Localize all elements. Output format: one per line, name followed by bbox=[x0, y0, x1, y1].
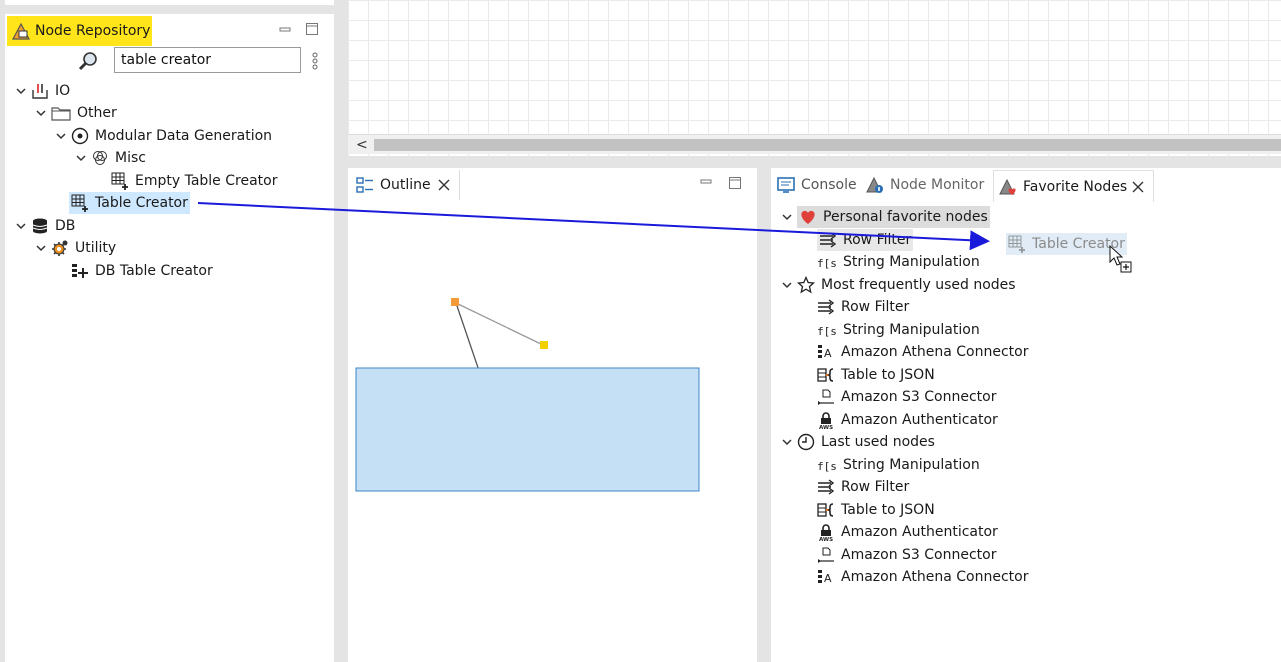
mouse-cursor-copy-icon bbox=[1109, 245, 1132, 273]
drag-arrow bbox=[197, 202, 990, 251]
